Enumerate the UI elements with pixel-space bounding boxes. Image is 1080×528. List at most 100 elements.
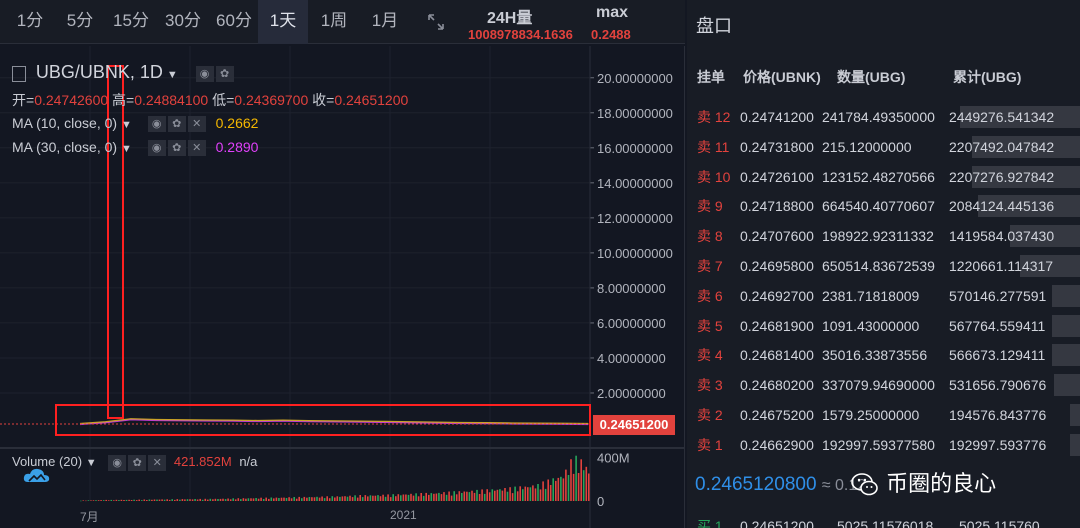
volume-bar	[232, 498, 234, 501]
timeframe-1month[interactable]: 1月	[362, 0, 408, 44]
visibility-icon[interactable]: ◉	[195, 66, 214, 83]
symbol-title[interactable]: UBG/UBNK, 1D	[36, 62, 163, 82]
ma30-settings-icon[interactable]: ✿	[167, 140, 186, 157]
ask-row[interactable]: 卖 8 0.24707600 198922.92311332 1419584.0374…	[687, 222, 1080, 250]
volume-bar	[293, 497, 295, 501]
volume-bar	[473, 492, 476, 501]
timeframe-1min[interactable]: 1分	[8, 0, 52, 44]
ma30-visibility-icon[interactable]: ◉	[147, 140, 166, 157]
volume-bar	[125, 499, 128, 501]
symbol-dropdown-icon[interactable]: ▼	[167, 69, 178, 81]
timeframe-1week[interactable]: 1周	[310, 0, 358, 44]
volume-bar	[572, 473, 575, 501]
ma30-dropdown-icon[interactable]: ▼	[121, 143, 132, 155]
volume-bar	[435, 493, 438, 501]
volume-visibility-icon[interactable]: ◉	[108, 454, 127, 471]
volume-bar	[491, 489, 494, 501]
order-book-panel: 盘口 挂单 价格(UBNK) 数量(UBG) 累计(UBG) 卖 12 0.247…	[687, 0, 1080, 528]
price-chart[interactable]: 20.00000000 18.00000000 16.00000000 14.0000…	[0, 46, 685, 528]
bid-row-partial[interactable]: 买 1 0.24651200 5025.11576018 5025.115760	[687, 512, 1080, 528]
volume-bar	[303, 496, 306, 501]
volume-bar	[113, 500, 115, 501]
volume-bar	[529, 487, 532, 501]
ask-row[interactable]: 卖 6 0.24692700 2381.71818009 570146.277591	[687, 282, 1080, 310]
y-tick-label: 14.00000000	[597, 176, 673, 191]
timeframe-30min[interactable]: 30分	[158, 0, 208, 44]
volume-suffix: n/a	[239, 454, 258, 469]
volume-bar	[577, 473, 580, 501]
depth-bar	[1052, 284, 1080, 307]
volume-bar	[123, 500, 125, 501]
ask-qty: 241784.49350000	[822, 109, 935, 125]
volume-bar	[392, 494, 394, 501]
volume-bar	[163, 499, 166, 501]
ask-label: 卖 3	[697, 377, 723, 394]
ma30-close-icon[interactable]: ✕	[187, 140, 206, 157]
ask-row[interactable]: 卖 11 0.24731800 215.12000000 2207492.047842	[687, 133, 1080, 161]
volume-bar	[453, 491, 455, 501]
volume-bar	[539, 489, 542, 501]
volume-bar	[430, 493, 433, 501]
ask-row[interactable]: 卖 4 0.24681400 35016.33873556 566673.129411	[687, 341, 1080, 369]
volume-bar	[80, 500, 82, 502]
volume-tick-label: 400M	[597, 451, 630, 466]
ask-row[interactable]: 卖 9 0.24718800 664540.40770607 2084124.4451…	[687, 192, 1080, 220]
fullscreen-icon[interactable]	[426, 12, 446, 32]
volume-dropdown-icon[interactable]: ▼	[86, 457, 97, 469]
volume-bar	[506, 491, 509, 501]
header-cum: 累计(UBG)	[953, 69, 1022, 85]
volume-bar	[582, 470, 585, 501]
symbol-legend: UBG/UBNK, 1D ▼ ◉ ✿	[12, 62, 234, 83]
ma10-dropdown-icon[interactable]: ▼	[121, 119, 132, 131]
volume-settings-icon[interactable]: ✿	[128, 454, 147, 471]
ma10-close-icon[interactable]: ✕	[187, 116, 206, 133]
watermark: 币圈的良心	[850, 466, 1050, 502]
volume-bar	[295, 498, 298, 501]
volume-bar	[323, 498, 326, 501]
volume-bar	[395, 496, 397, 501]
volume-bar	[450, 495, 453, 501]
volume-bar	[425, 492, 427, 501]
volume-bar	[372, 495, 374, 501]
volume-bar	[511, 493, 514, 501]
volume-bar	[135, 500, 138, 501]
volume-bar	[100, 500, 102, 501]
timeframe-60min[interactable]: 60分	[209, 0, 259, 44]
ask-price: 0.24681400	[740, 347, 814, 364]
volume-bar	[516, 491, 519, 501]
ask-qty: 192997.59377580	[822, 436, 935, 453]
volume-bar	[262, 499, 265, 501]
ask-row[interactable]: 卖 10 0.24726100 123152.48270566 2207276.927…	[687, 163, 1080, 191]
max-value: 0.2488	[591, 27, 631, 42]
timeframe-toolbar: 1分 5分 15分 30分 60分 1天 1周 1月 24H量 10089788…	[0, 0, 685, 44]
ma30-label[interactable]: MA (30, close, 0)	[12, 139, 117, 155]
ask-row[interactable]: 卖 5 0.24681900 1091.43000000 567764.559411	[687, 312, 1080, 340]
ask-row[interactable]: 卖 1 0.24662900 192997.59377580 192997.59377…	[687, 431, 1080, 459]
settings-icon[interactable]: ✿	[215, 66, 234, 83]
volume-bar	[522, 489, 524, 501]
timeframe-5min[interactable]: 5分	[58, 0, 102, 44]
ask-row[interactable]: 卖 7 0.24695800 650514.83672539 1220661.1143…	[687, 252, 1080, 280]
ask-row[interactable]: 卖 12 0.24741200 241784.49350000 2449276.541…	[687, 103, 1080, 131]
ask-cum: 567764.559411	[949, 317, 1046, 334]
ask-price: 0.24692700	[740, 287, 814, 304]
volume-bar	[367, 496, 369, 501]
collapse-legend-icon[interactable]	[12, 66, 26, 83]
ma10-visibility-icon[interactable]: ◉	[147, 116, 166, 133]
volume-close-icon[interactable]: ✕	[148, 454, 167, 471]
close-value: 0.24651200	[334, 92, 409, 108]
timeframe-15min[interactable]: 15分	[106, 0, 156, 44]
ma10-settings-icon[interactable]: ✿	[167, 116, 186, 133]
ma10-label[interactable]: MA (10, close, 0)	[12, 115, 117, 131]
bid-price: 0.24651200	[740, 518, 814, 528]
volume-bar	[179, 499, 181, 501]
ask-row[interactable]: 卖 2 0.24675200 1579.25000000 194576.843776	[687, 401, 1080, 429]
y-tick-label: 10.00000000	[597, 246, 673, 261]
ask-row[interactable]: 卖 3 0.24680200 337079.94690000 531656.79067…	[687, 371, 1080, 399]
volume-bar	[268, 498, 270, 501]
volume-bar	[85, 500, 87, 502]
volume-bar	[455, 494, 458, 501]
timeframe-1day[interactable]: 1天	[258, 0, 308, 44]
ask-cum: 2207276.927842	[949, 168, 1055, 185]
volume-bar	[138, 499, 140, 501]
